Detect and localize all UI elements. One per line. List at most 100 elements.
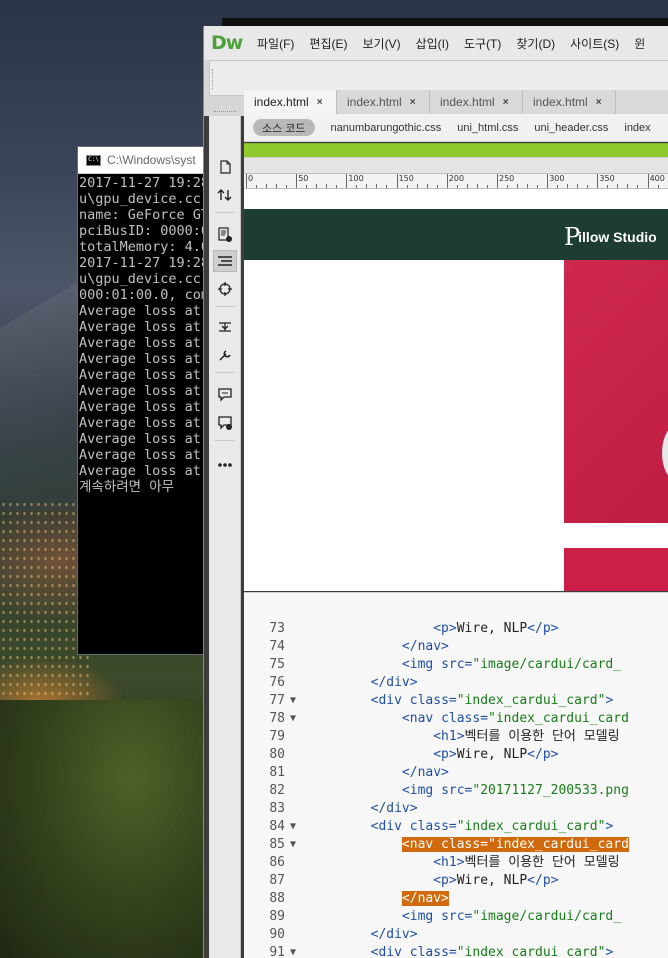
line-number: 86 <box>269 855 285 870</box>
menu-item[interactable]: 도구(T) <box>464 35 501 52</box>
menu-bar: Dw 파일(F) 편집(E) 보기(V) 삽입(I) 도구(T) 찾기(D) 사이트(S) 윈 <box>204 26 668 60</box>
code-line[interactable]: 75 <img src="image/cardui/card_ <box>244 656 668 674</box>
code-format-icon[interactable] <box>213 250 237 272</box>
document-tab[interactable]: index.html × <box>244 90 337 114</box>
wrench-icon[interactable] <box>213 344 237 366</box>
cmd-console-output[interactable]: 2017-11-27 19:28 u\gpu_device.cc: name: Ge… <box>78 174 216 495</box>
file-management-icon[interactable] <box>213 224 237 246</box>
code-line[interactable]: 89 <img src="image/cardui/card_ <box>244 908 668 926</box>
coding-toolbar-grip[interactable] <box>214 111 236 114</box>
menu-item[interactable]: 윈 <box>634 35 645 52</box>
line-number: 76 <box>269 675 285 690</box>
code-line[interactable]: 83 </div> <box>244 800 668 818</box>
comment-icon[interactable] <box>213 384 237 406</box>
ruler-minor-tick <box>336 185 338 188</box>
code-line[interactable]: 74 </nav> <box>244 638 668 656</box>
fold-toggle-icon[interactable]: ▼ <box>290 818 302 836</box>
code-view[interactable]: 73 <p>Wire, NLP</p> 74 </nav> 75 <img src=… <box>244 592 668 958</box>
ruler-label: 100 <box>348 174 364 183</box>
close-icon[interactable]: × <box>317 97 323 108</box>
ruler-minor-tick <box>607 185 609 188</box>
code-token: </p> <box>527 747 559 762</box>
code-text: </nav> <box>308 638 449 656</box>
cmd-titlebar[interactable]: C:\ C:\Windows\syst <box>78 147 216 174</box>
live-view[interactable]: Pillow Studio <box>244 189 668 591</box>
card-image[interactable] <box>564 260 668 523</box>
menu-item[interactable]: 편집(E) <box>309 35 347 52</box>
close-icon[interactable]: × <box>503 97 509 108</box>
target-icon[interactable] <box>213 278 237 300</box>
ruler-minor-tick <box>276 184 277 188</box>
source-code-button[interactable]: 소스 코드 <box>253 119 315 136</box>
ruler-minor-tick <box>316 184 318 188</box>
console-line: Average loss at <box>79 399 201 415</box>
code-line[interactable]: 86 <h1>벡터를 이용한 단어 모델링 <box>244 854 668 872</box>
remove-comment-icon[interactable] <box>213 412 237 434</box>
related-file[interactable]: index <box>624 122 650 134</box>
code-token: "index_cardui_card" <box>456 945 606 958</box>
tab-label: index.html <box>533 95 588 109</box>
code-line[interactable]: 90 </div> <box>244 926 668 944</box>
fold-toggle-icon[interactable]: ▼ <box>290 692 302 710</box>
code-line[interactable]: 80 <p>Wire, NLP</p> <box>244 746 668 764</box>
related-file[interactable]: uni_header.css <box>534 122 608 134</box>
card-image-detail <box>662 425 668 481</box>
code-token: </p> <box>527 873 559 888</box>
code-text: <p>Wire, NLP</p> <box>308 620 558 638</box>
more-icon[interactable] <box>213 454 237 476</box>
new-document-icon[interactable] <box>213 156 237 178</box>
ruler-label: 350 <box>599 174 615 183</box>
line-number: 82 <box>269 783 285 798</box>
code-line[interactable]: 77 ▼ <div class="index_cardui_card"> <box>244 692 668 710</box>
code-line[interactable]: 91 ▼ <div class="index_cardui_card"> <box>244 944 668 958</box>
ruler-minor-tick <box>577 184 579 188</box>
code-line[interactable]: 84 ▼ <div class="index_cardui_card"> <box>244 818 668 836</box>
document-tab[interactable]: index.html × <box>523 90 616 114</box>
line-number: 78 <box>269 711 285 726</box>
fold-toggle-icon[interactable]: ▼ <box>290 710 302 728</box>
menu-item[interactable]: 삽입(I) <box>416 35 449 52</box>
close-icon[interactable]: × <box>596 97 602 108</box>
related-file[interactable]: nanumbarungothic.css <box>331 122 442 134</box>
site-logo[interactable]: Pillow Studio <box>564 223 657 251</box>
document-tab[interactable]: index.html × <box>337 90 430 114</box>
expand-icon[interactable] <box>213 316 237 338</box>
code-line[interactable]: 78 ▼ <nav class="index_cardui_card <box>244 710 668 728</box>
ruler-minor-tick <box>567 184 569 188</box>
related-file[interactable]: uni_html.css <box>457 122 518 134</box>
sort-icon[interactable] <box>213 184 237 206</box>
card-image[interactable] <box>564 548 668 591</box>
code-token: <img <box>401 657 442 672</box>
menu-item[interactable]: 보기(V) <box>362 35 400 52</box>
ruler-minor-tick <box>537 185 538 188</box>
code-line[interactable]: 82 <img src="20171127_200533.png <box>244 782 668 800</box>
console-line: 계속하려면 아무 <box>79 479 175 495</box>
code-token: class= <box>409 945 457 958</box>
ruler-tick <box>396 174 398 188</box>
code-line[interactable]: 88 </nav> <box>244 890 668 908</box>
toolbar-divider <box>215 212 235 213</box>
fold-toggle-icon[interactable]: ▼ <box>290 944 302 958</box>
site-logo-text: illow Studio <box>578 229 657 245</box>
menu-item[interactable]: 사이트(S) <box>570 35 619 52</box>
fold-toggle-icon[interactable]: ▼ <box>290 836 302 854</box>
menu-item[interactable]: 파일(F) <box>257 35 294 52</box>
code-text: <img src="20171127_200533.png <box>308 782 629 800</box>
close-icon[interactable]: × <box>410 97 416 108</box>
code-line[interactable]: 81 </nav> <box>244 764 668 782</box>
code-line[interactable]: 85 ▼ <nav class="index_cardui_card <box>244 836 668 854</box>
code-line[interactable]: 73 <p>Wire, NLP</p> <box>244 620 668 638</box>
code-line[interactable]: 79 <h1>벡터를 이용한 단어 모델링 <box>244 728 668 746</box>
ruler-tick <box>346 174 348 188</box>
code-token: Wire, NLP <box>456 621 528 636</box>
menu-item[interactable]: 찾기(D) <box>516 35 555 52</box>
code-token: src= <box>441 783 473 798</box>
dreamweaver-window[interactable]: Dw 파일(F) 편집(E) 보기(V) 삽입(I) 도구(T) 찾기(D) 사이트(S) 윈 <box>203 26 668 958</box>
toolbar-grip[interactable] <box>212 69 214 89</box>
code-line[interactable]: 87 <p>Wire, NLP</p> <box>244 872 668 890</box>
document-tab[interactable]: index.html × <box>430 90 523 114</box>
cmd-window[interactable]: C:\ C:\Windows\syst 2017-11-27 19:28 u\gp… <box>77 146 217 655</box>
code-line[interactable]: 76 </div> <box>244 674 668 692</box>
